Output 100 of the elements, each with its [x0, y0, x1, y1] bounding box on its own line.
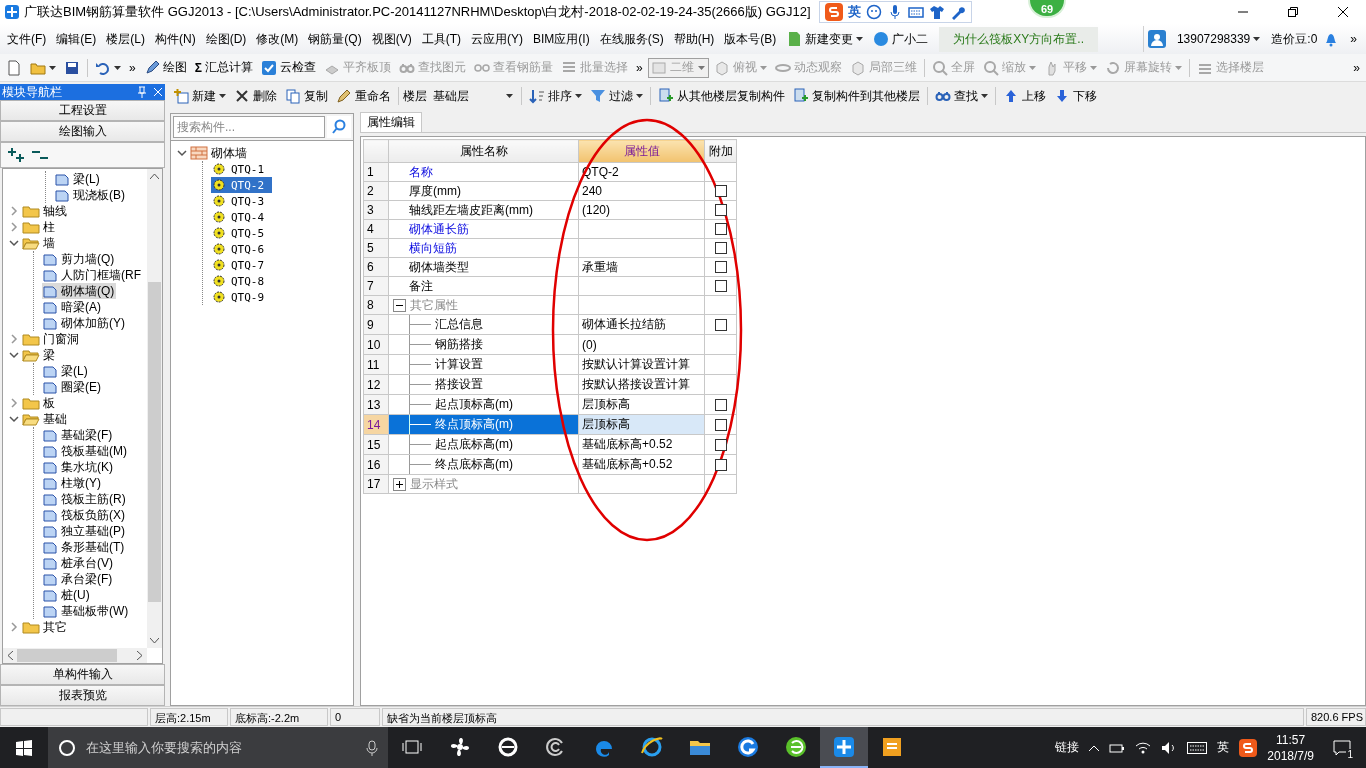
tree-item[interactable]: 基础板带(W) — [42, 603, 131, 619]
toolbar-button[interactable]: 从其他楼层复制构件 — [655, 85, 788, 107]
toolbar-button[interactable]: 新建 — [170, 85, 229, 107]
collapse-icon[interactable] — [393, 298, 406, 312]
scrollbar-thumb[interactable] — [148, 281, 161, 602]
checkbox[interactable] — [714, 280, 727, 292]
tree-item[interactable]: QTQ-2 — [211, 177, 273, 193]
tree-item[interactable]: 轴线 — [9, 203, 147, 219]
tree-item[interactable]: 基础 — [9, 411, 147, 427]
close-icon[interactable] — [153, 87, 163, 97]
summary-button[interactable]: Σ 汇总计算 — [191, 56, 256, 79]
chevron-up-icon[interactable] — [1089, 744, 1100, 751]
tree-item[interactable]: 筏板主筋(R) — [42, 491, 128, 507]
toolbar-button[interactable]: 云检查 — [257, 56, 319, 79]
tree-item[interactable]: 筏板负筋(X) — [42, 507, 127, 523]
microphone-icon[interactable] — [366, 739, 378, 756]
more-button[interactable]: » — [1345, 32, 1362, 46]
toolbar-button[interactable]: 复制构件到其他楼层 — [790, 85, 923, 107]
pin-icon[interactable] — [137, 86, 147, 98]
tree-item[interactable]: QTQ-6 — [211, 241, 273, 257]
menu-item[interactable]: 文件(F) — [2, 30, 52, 48]
taskbar-app[interactable] — [820, 727, 868, 768]
menu-item[interactable]: 构件(N) — [150, 30, 201, 48]
tree-item[interactable]: 砌体加筋(Y) — [42, 315, 127, 331]
menu-item[interactable]: 绘图(D) — [200, 30, 252, 48]
tab[interactable]: 属性编辑 — [360, 112, 422, 132]
nav-button[interactable]: 报表预览 — [0, 685, 165, 706]
smiley-icon[interactable] — [865, 4, 882, 20]
checkbox[interactable] — [714, 185, 727, 197]
toolbar-button[interactable]: 过滤 — [587, 85, 646, 107]
tree-item[interactable]: 桩承台(V) — [42, 555, 115, 571]
user-menu[interactable]: 13907298339 — [1171, 32, 1266, 46]
menu-item[interactable]: 帮助(H) — [668, 30, 720, 48]
clock[interactable]: 11:57 2018/7/9 — [1267, 731, 1314, 764]
checkbox[interactable] — [714, 204, 727, 216]
menu-item[interactable]: 版本号(B) — [719, 30, 782, 48]
taskbar-search-field[interactable]: 在这里输入你要搜索的内容 — [48, 727, 388, 768]
menu-item[interactable]: 楼层(L) — [101, 30, 150, 48]
tree-item[interactable]: 剪力墙(Q) — [42, 251, 117, 267]
nav-button[interactable]: 绘图输入 — [0, 121, 165, 142]
tree-item[interactable]: QTQ-1 — [211, 161, 273, 177]
tree-item[interactable]: 现浇板(B) — [54, 187, 127, 203]
tree-item[interactable]: 板 — [9, 395, 147, 411]
floor-dropdown[interactable]: 基础层 — [429, 86, 517, 106]
input-language[interactable]: 英 — [1217, 739, 1230, 756]
tree-item[interactable]: QTQ-5 — [211, 225, 273, 241]
search-button[interactable] — [327, 116, 351, 138]
toolbar-button[interactable]: 删除 — [231, 85, 280, 107]
search-field[interactable]: 搜索构件... — [173, 116, 325, 138]
tree-item[interactable]: QTQ-9 — [211, 289, 273, 305]
links-toolbar[interactable]: 链接 — [1055, 739, 1080, 756]
more-button[interactable]: » — [1350, 56, 1363, 79]
tree-item[interactable]: 门窗洞 — [9, 331, 147, 347]
toolbar-button[interactable]: 重命名 — [333, 85, 394, 107]
tree-item[interactable]: 梁 — [9, 347, 147, 363]
menu-item[interactable]: 钢筋量(Q) — [303, 30, 367, 48]
tree-item[interactable]: 筏板基础(M) — [42, 443, 129, 459]
tree-item[interactable]: 基础梁(F) — [42, 427, 115, 443]
tree-item[interactable]: 其它 — [9, 619, 147, 635]
menu-item[interactable]: 云应用(Y) — [466, 30, 528, 48]
checkbox[interactable] — [714, 261, 727, 273]
toolbar-button[interactable]: 下移 — [1051, 85, 1100, 107]
checkbox[interactable] — [714, 418, 727, 431]
tree-item[interactable]: 独立基础(P) — [42, 523, 127, 539]
tree-item[interactable]: 砌体墙 — [177, 145, 249, 161]
tree-item[interactable]: 承台梁(F) — [42, 571, 115, 587]
checkbox[interactable] — [714, 242, 727, 254]
checkbox[interactable] — [714, 223, 727, 235]
search-input[interactable]: 在这里输入你要搜索的内容 — [84, 739, 358, 756]
tree-item[interactable]: 梁(L) — [42, 363, 90, 379]
tree-item[interactable]: QTQ-4 — [211, 209, 273, 225]
keyboard-icon[interactable] — [907, 4, 924, 20]
more-button[interactable]: » — [632, 56, 646, 79]
tree-item[interactable]: 墙 — [9, 235, 147, 251]
tree-item[interactable]: 柱墩(Y) — [42, 475, 103, 491]
checkbox[interactable] — [714, 398, 727, 411]
tree-item[interactable]: 集水坑(K) — [42, 459, 115, 475]
menu-item[interactable]: 编辑(E) — [51, 30, 102, 48]
notification-button[interactable]: 1 — [1324, 727, 1360, 768]
tree-item[interactable]: 梁(L) — [54, 171, 102, 187]
tree-item[interactable]: 桩(U) — [42, 587, 92, 603]
nav-button[interactable]: 单构件输入 — [0, 664, 165, 685]
checkbox[interactable] — [714, 318, 727, 331]
menu-item[interactable]: 在线服务(S) — [594, 30, 669, 48]
toolbar-button[interactable]: 绘图 — [140, 56, 190, 79]
tree-item[interactable]: 条形基础(T) — [42, 539, 127, 555]
assistant-button[interactable]: 广小二 — [868, 30, 934, 48]
shirt-icon[interactable] — [928, 4, 945, 20]
menu-item[interactable]: BIM应用(I) — [528, 30, 595, 48]
tree-item[interactable]: QTQ-3 — [211, 193, 273, 209]
menu-item[interactable]: 修改(M) — [251, 30, 304, 48]
more-button[interactable]: » — [126, 56, 139, 79]
toolbar-button[interactable]: 复制 — [282, 85, 331, 107]
sogou-logo-icon[interactable] — [1239, 738, 1258, 757]
tree-item[interactable]: 柱 — [9, 219, 147, 235]
news-link[interactable]: 为什么筏板XY方向布置.. — [939, 26, 1099, 52]
tree-item[interactable]: 砌体墙(Q) — [42, 283, 117, 299]
tree-item[interactable]: QTQ-7 — [211, 257, 273, 273]
new-change-button[interactable]: 新建变更 — [781, 30, 869, 48]
menu-item[interactable]: 工具(T) — [416, 30, 466, 48]
